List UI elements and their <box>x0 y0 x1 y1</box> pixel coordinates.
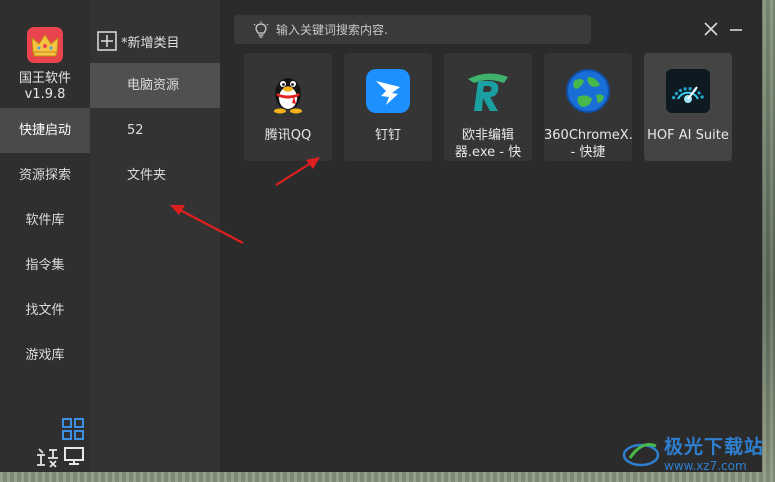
watermark-logo-icon <box>622 442 660 466</box>
app-tile-qq[interactable]: 腾讯QQ <box>244 53 332 161</box>
nav-item-software-library[interactable]: 软件库 <box>0 198 90 243</box>
app-tile-label: 欧非编辑器.exe - 快 <box>454 128 522 160</box>
add-category-button[interactable]: *新增类目 <box>97 30 180 52</box>
app-window: 国王软件 v1.9.8 快捷启动 资源探索 软件库 指令集 找文件 游戏库 *新… <box>0 0 762 472</box>
minimize-icon[interactable] <box>729 21 743 41</box>
app-tile-oufei-editor[interactable]: 欧非编辑器.exe - 快 <box>444 53 532 161</box>
category-item-pc-resources[interactable]: 电脑资源 <box>90 63 220 108</box>
add-category-label: *新增类目 <box>121 35 180 51</box>
category-panel: *新增类目 电脑资源 52 文件夹 <box>90 0 220 472</box>
app-tile-360chrome[interactable]: 360ChromeX.exe - 快捷 <box>544 53 632 161</box>
qq-penguin-icon <box>274 78 302 114</box>
monitor-exit-icon[interactable] <box>63 446 85 472</box>
nav-item-game-library[interactable]: 游戏库 <box>0 333 90 378</box>
app-tile-label: 腾讯QQ <box>264 128 312 143</box>
nav-item-command-set[interactable]: 指令集 <box>0 243 90 288</box>
watermark-title: 极光下载站 <box>664 436 765 458</box>
app-tile-dingtalk[interactable]: 钉钉 <box>344 53 432 161</box>
category-item-folder[interactable]: 文件夹 <box>90 153 220 198</box>
dingtalk-icon <box>366 69 410 113</box>
nav-item-resource-explore[interactable]: 资源探索 <box>0 153 90 198</box>
search-bar[interactable]: 输入关键词搜索内容. <box>234 15 591 44</box>
app-tile-label: 360ChromeX.exe - 快捷 <box>544 128 632 160</box>
nav-item-find-files[interactable]: 找文件 <box>0 288 90 333</box>
oufei-editor-icon <box>468 73 508 111</box>
lightbulb-icon <box>253 21 269 38</box>
360chrome-globe-icon <box>566 69 610 113</box>
app-tile-hof-ai-suite[interactable]: HOF AI Suite <box>644 53 732 161</box>
category-item-52[interactable]: 52 <box>90 108 220 153</box>
settings-glyph-icon[interactable] <box>35 446 59 472</box>
left-nav: 国王软件 v1.9.8 快捷启动 资源探索 软件库 指令集 找文件 游戏库 <box>0 0 90 472</box>
app-tile-label: 钉钉 <box>374 128 401 143</box>
app-version: v1.9.8 <box>24 87 66 102</box>
nav-item-quick-launch[interactable]: 快捷启动 <box>0 108 90 153</box>
close-icon[interactable] <box>703 21 719 41</box>
search-placeholder: 输入关键词搜索内容. <box>276 23 388 37</box>
app-tile-label: HOF AI Suite <box>647 128 729 143</box>
add-box-icon <box>97 31 117 51</box>
grid-apps-icon[interactable] <box>62 418 84 444</box>
watermark-url: www.xz7.com <box>664 459 747 473</box>
app-name: 国王软件 <box>18 71 71 86</box>
watermark: 极光下载站 www.xz7.com <box>622 432 764 473</box>
crown-logo-icon <box>27 27 63 63</box>
hof-ai-suite-icon <box>666 69 710 113</box>
